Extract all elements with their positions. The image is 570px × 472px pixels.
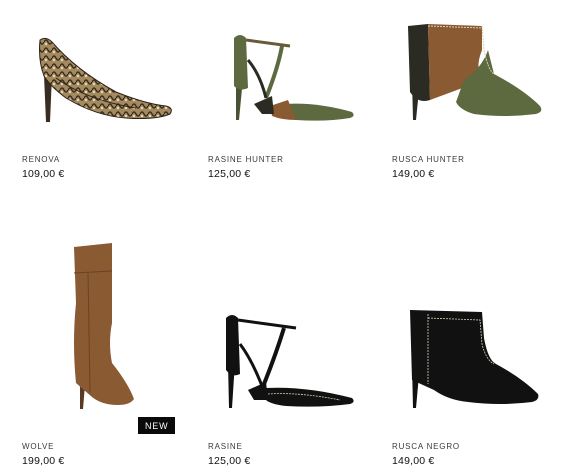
product-price: 125,00 € (208, 168, 251, 180)
product-name[interactable]: RUSCA NEGRO (392, 442, 460, 451)
product-card-rusca-negro[interactable]: RUSCA NEGRO 149,00 € (392, 236, 562, 467)
product-name[interactable]: RASINE HUNTER (208, 155, 284, 164)
product-card-renova[interactable]: RENOVA 109,00 € (22, 0, 192, 190)
snake-print-pump-icon[interactable] (36, 30, 196, 130)
product-name[interactable]: RUSCA HUNTER (392, 155, 465, 164)
green-tstrap-heel-icon[interactable] (226, 28, 361, 128)
product-name[interactable]: WOLVE (22, 442, 54, 451)
product-price: 149,00 € (392, 455, 435, 467)
product-price: 149,00 € (392, 168, 435, 180)
product-card-rusca-hunter[interactable]: RUSCA HUNTER 149,00 € (392, 0, 562, 190)
product-card-rasine-hunter[interactable]: RASINE HUNTER 125,00 € (208, 0, 378, 190)
green-brown-ankle-boot-icon[interactable] (404, 20, 552, 126)
product-price: 125,00 € (208, 455, 251, 467)
black-ankle-boot-icon[interactable] (404, 304, 544, 412)
product-name[interactable]: RASINE (208, 442, 243, 451)
product-price: 199,00 € (22, 455, 65, 467)
product-name[interactable]: RENOVA (22, 155, 60, 164)
product-card-wolve[interactable]: NEW WOLVE 199,00 € (22, 236, 192, 467)
brown-over-knee-boot-icon[interactable] (68, 243, 138, 411)
black-tstrap-heel-icon[interactable] (220, 310, 362, 412)
product-price: 109,00 € (22, 168, 65, 180)
product-card-rasine[interactable]: RASINE 125,00 € (208, 236, 378, 467)
new-badge: NEW (138, 417, 176, 434)
